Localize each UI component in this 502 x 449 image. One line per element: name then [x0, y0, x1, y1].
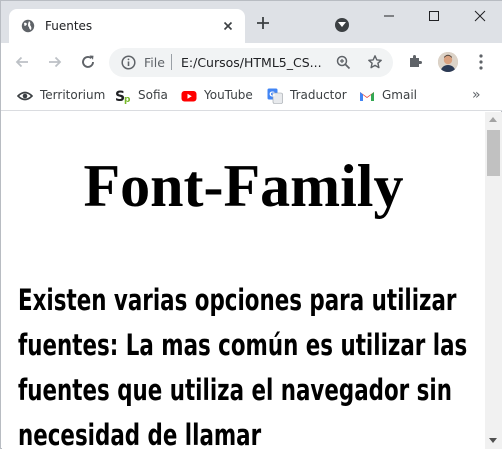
scroll-up-arrow-icon[interactable] [489, 117, 497, 122]
bookmarks-overflow-icon[interactable]: » [472, 87, 484, 103]
url-divider [171, 54, 172, 70]
scroll-down-arrow-icon[interactable] [489, 438, 497, 443]
page-heading: Font-Family [83, 153, 404, 219]
bookmark-star-icon[interactable] [367, 54, 383, 70]
bookmark-label: Gmail [382, 88, 418, 102]
address-bar[interactable]: File E:/Cursos/HTML5_CS... [109, 48, 393, 77]
forward-arrow-icon[interactable] [47, 54, 63, 70]
svg-text:G: G [269, 91, 275, 99]
url-text[interactable]: E:/Cursos/HTML5_CS... [181, 55, 322, 70]
more-menu-icon[interactable] [479, 53, 483, 71]
bookmark-label: YouTube [204, 88, 253, 102]
vertical-scrollbar[interactable] [485, 112, 502, 449]
bookmark-label: Sofia [138, 88, 168, 102]
reload-icon[interactable] [79, 53, 97, 71]
extensions-puzzle-icon[interactable] [407, 53, 424, 70]
minimize-icon[interactable] [382, 9, 396, 23]
svg-text:p: p [124, 95, 131, 104]
bookmark-label: Traductor [290, 88, 347, 102]
tab-fuentes[interactable]: Fuentes [9, 9, 245, 43]
avatar-icon [438, 52, 458, 72]
tab-search-icon[interactable] [335, 18, 349, 32]
new-tab-icon[interactable] [255, 15, 271, 31]
url-scheme: File [144, 55, 165, 70]
tab-strip: Fuentes [1, 1, 502, 43]
browser-window: Fuentes File E:/Cursos/HTML5_CS... Terri… [0, 0, 502, 449]
sofia-icon: S p [115, 89, 131, 104]
bookmark-label: Territorium [40, 88, 106, 102]
window-close-icon[interactable] [473, 9, 487, 23]
scrollbar-thumb[interactable] [487, 130, 500, 176]
page-viewport: Font-Family Existen varias opciones para… [2, 112, 485, 449]
toolbar: File E:/Cursos/HTML5_CS... [1, 43, 502, 81]
territorium-icon [17, 91, 33, 101]
youtube-icon [181, 91, 197, 102]
globe-icon [21, 19, 35, 33]
page-paragraph: Existen varias opciones para utilizar fu… [18, 283, 468, 449]
gmail-icon [360, 92, 374, 101]
zoom-icon[interactable] [336, 55, 351, 70]
back-arrow-icon[interactable] [14, 54, 30, 70]
close-tab-icon[interactable] [220, 18, 236, 34]
info-icon[interactable] [121, 55, 136, 70]
translate-icon: G [267, 88, 283, 104]
bookmarks-bar: Territorium S p Sofia YouTube G Traducto… [1, 81, 502, 111]
maximize-icon[interactable] [427, 9, 441, 23]
profile-avatar[interactable] [438, 52, 458, 72]
tab-title: Fuentes [45, 19, 93, 33]
